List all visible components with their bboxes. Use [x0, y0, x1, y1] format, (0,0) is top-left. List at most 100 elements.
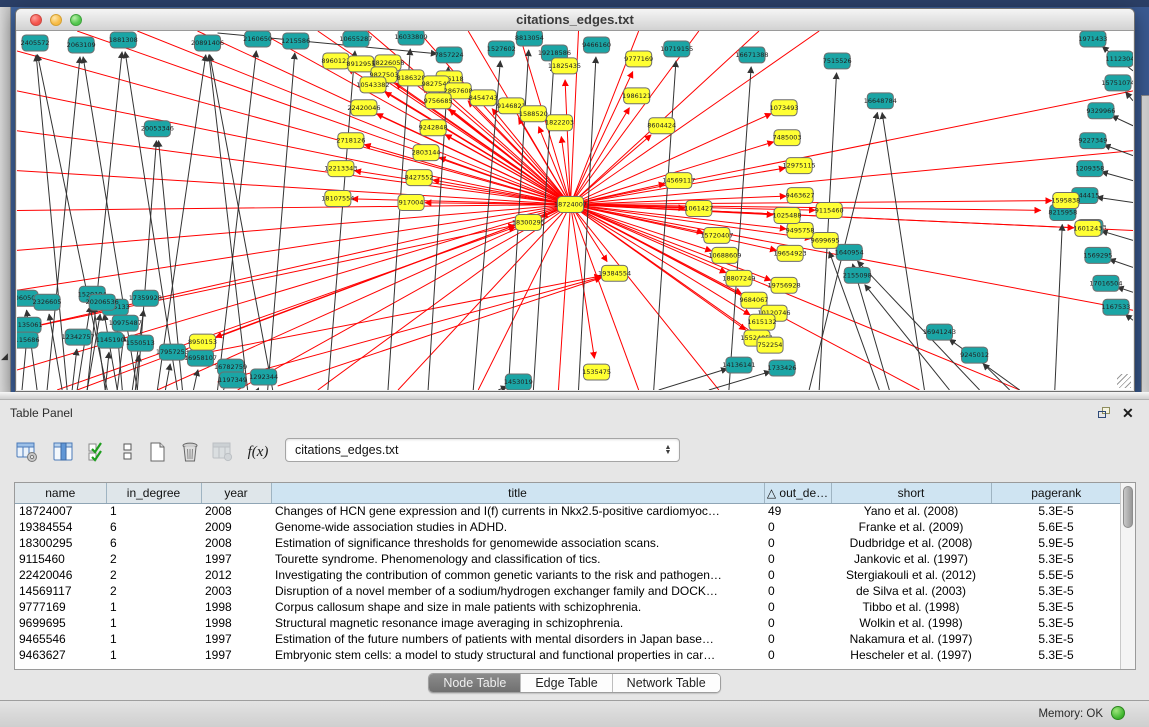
table-cell[interactable]: 0 — [764, 535, 831, 551]
network-node[interactable]: 10975487 — [109, 315, 142, 331]
table-cell[interactable]: 1 — [106, 631, 201, 647]
network-node[interactable]: 9227349 — [1078, 133, 1107, 149]
column-header-in_degree[interactable]: in_degree — [106, 483, 201, 503]
network-node[interactable]: 917004 — [398, 195, 424, 211]
network-node[interactable]: 17016504 — [1089, 275, 1122, 291]
panel-splitter[interactable] — [0, 392, 1149, 400]
table-cell[interactable]: Estimation of the future numbers of pati… — [271, 631, 764, 647]
table-column-icon[interactable] — [51, 438, 77, 466]
network-node[interactable]: 1025488 — [773, 208, 802, 224]
network-node[interactable]: 9777169 — [624, 51, 653, 67]
network-node[interactable]: 20053346 — [141, 121, 174, 137]
network-node[interactable]: 1971433 — [1078, 31, 1107, 47]
network-view[interactable]: 2405572206310918813082089140621606501215… — [17, 31, 1133, 390]
table-cell[interactable]: 5.3E-5 — [991, 647, 1121, 663]
table-cell[interactable]: 0 — [764, 583, 831, 599]
table-cell[interactable]: 5.3E-5 — [991, 551, 1121, 567]
table-cell[interactable]: 5.3E-5 — [991, 503, 1121, 519]
network-node[interactable]: 7515526 — [823, 53, 852, 69]
network-node[interactable]: 16648784 — [864, 93, 897, 109]
control-panel-edge[interactable]: ◢ — [0, 7, 11, 392]
table-cell[interactable]: Investigating the contribution of common… — [271, 567, 764, 583]
network-node[interactable]: 1115686 — [17, 332, 40, 348]
network-node[interactable]: 18724007 — [554, 197, 587, 213]
close-panel-icon[interactable]: ✕ — [1122, 405, 1134, 422]
network-node[interactable]: 16941243 — [923, 324, 956, 340]
network-node[interactable]: 16671388 — [735, 47, 768, 63]
table-cell[interactable]: Corpus callosum shape and size in male p… — [271, 599, 764, 615]
table-cell[interactable]: Tibbo et al. (1998) — [831, 599, 991, 615]
network-node[interactable]: 20891406 — [191, 35, 224, 51]
table-row[interactable]: 911546021997Tourette syndrome. Phenomeno… — [15, 551, 1121, 567]
table-cell[interactable]: 9699695 — [15, 615, 106, 631]
table-cell[interactable]: 0 — [764, 551, 831, 567]
network-node[interactable]: 1292344 — [249, 369, 278, 385]
network-node[interactable]: 18807249 — [722, 270, 755, 286]
float-panel-icon[interactable] — [1098, 407, 1112, 420]
network-node[interactable]: 1822203 — [545, 115, 574, 131]
table-cell[interactable]: 9777169 — [15, 599, 106, 615]
table-cell[interactable]: 5.3E-5 — [991, 615, 1121, 631]
network-canvas[interactable]: 2405572206310918813082089140621606501215… — [17, 31, 1133, 390]
column-header-year[interactable]: year — [201, 483, 271, 503]
network-node[interactable]: 2718126 — [336, 133, 365, 149]
network-node[interactable]: 22420046 — [347, 100, 380, 116]
network-node[interactable]: 18300295 — [512, 214, 545, 230]
network-node[interactable]: 15751074 — [1101, 75, 1133, 91]
table-cell[interactable]: Changes of HCN gene expression and I(f) … — [271, 503, 764, 519]
network-node[interactable]: 7485003 — [773, 130, 802, 146]
vertical-scrollbar[interactable] — [1120, 483, 1135, 669]
network-node[interactable]: 12975115 — [783, 158, 816, 174]
network-node[interactable]: 19384554 — [598, 265, 631, 281]
network-node[interactable]: 2155098 — [843, 267, 872, 283]
table-cell[interactable]: 2009 — [201, 519, 271, 535]
network-node[interactable]: 16958107 — [184, 350, 217, 366]
table-cell[interactable]: 5.9E-5 — [991, 535, 1121, 551]
network-node[interactable]: 9329966 — [1086, 103, 1115, 119]
table-cell[interactable]: 2008 — [201, 535, 271, 551]
network-node[interactable]: 1061427 — [684, 201, 713, 217]
scrollbar-thumb[interactable] — [1123, 486, 1133, 528]
network-node[interactable]: 10688609 — [708, 247, 741, 263]
network-node[interactable]: 2160650 — [243, 31, 272, 47]
network-node[interactable]: 9463627 — [786, 188, 815, 204]
network-node[interactable]: 10655287 — [339, 31, 372, 47]
table-cell[interactable]: Jankovic et al. (1997) — [831, 551, 991, 567]
column-header-out_de[interactable]: △ out_de… — [764, 483, 831, 503]
network-node[interactable]: 9115460 — [815, 203, 844, 219]
network-node[interactable]: 1112304 — [1105, 51, 1133, 67]
table-cell[interactable]: Stergiakouli et al. (2012) — [831, 567, 991, 583]
window-titlebar[interactable]: citations_edges.txt — [16, 9, 1134, 31]
table-cell[interactable]: 1 — [106, 615, 201, 631]
table-cell[interactable]: 18300295 — [15, 535, 106, 551]
table-cell[interactable]: Embryonic stem cells: a model to study s… — [271, 647, 764, 663]
network-node[interactable]: 1733426 — [768, 360, 797, 376]
table-cell[interactable]: 19384554 — [15, 519, 106, 535]
network-node[interactable]: 16033809 — [395, 31, 428, 45]
network-node[interactable]: 1145190 — [96, 332, 125, 348]
row-height-icon[interactable] — [115, 438, 141, 466]
table-cell[interactable]: Structural magnetic resonance image aver… — [271, 615, 764, 631]
table-cell[interactable]: 2 — [106, 567, 201, 583]
table-cell[interactable]: Estimation of significance thresholds fo… — [271, 535, 764, 551]
tab-edge-table[interactable]: Edge Table — [520, 674, 611, 692]
network-node[interactable]: 17359928 — [129, 290, 162, 306]
table-cell[interactable]: Nakamura et al. (1997) — [831, 631, 991, 647]
table-cell[interactable]: Dudbridge et al. (2008) — [831, 535, 991, 551]
table-cell[interactable]: 0 — [764, 615, 831, 631]
column-header-title[interactable]: title — [271, 483, 764, 503]
table-cell[interactable]: 2003 — [201, 583, 271, 599]
network-node[interactable]: 15720407 — [700, 227, 733, 243]
network-node[interactable]: 1073493 — [770, 100, 799, 116]
network-node[interactable]: 20206536 — [86, 294, 119, 310]
table-row[interactable]: 946554611997Estimation of the future num… — [15, 631, 1121, 647]
table-cell[interactable]: 6 — [106, 535, 201, 551]
table-body[interactable]: 1872400712008Changes of HCN gene express… — [15, 503, 1121, 663]
table-row[interactable]: 946362711997Embryonic stem cells: a mode… — [15, 647, 1121, 663]
network-node[interactable]: 2803144 — [412, 145, 441, 161]
network-node[interactable]: 9699695 — [811, 232, 840, 248]
network-node[interactable]: 9245012 — [960, 347, 989, 363]
network-node[interactable]: 8950153 — [188, 334, 217, 350]
column-header-short[interactable]: short — [831, 483, 991, 503]
network-node[interactable]: 1569295 — [1083, 247, 1112, 263]
